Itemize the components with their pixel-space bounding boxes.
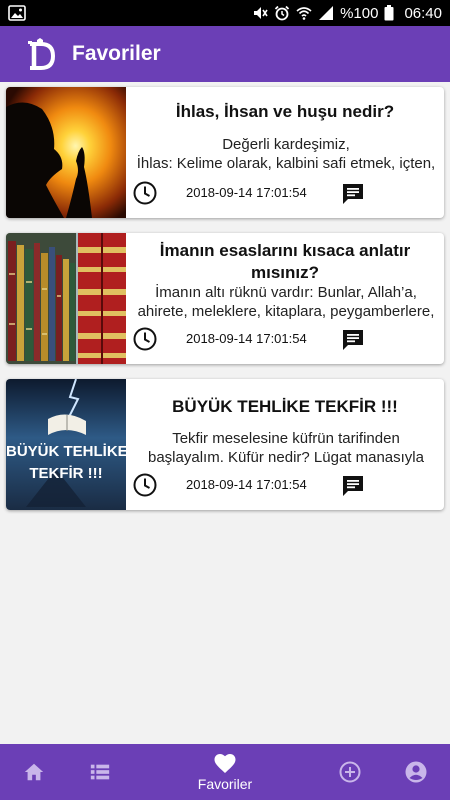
nav-add[interactable] — [330, 744, 370, 800]
favorite-card[interactable]: İhlas, İhsan ve huşu nedir? Değerli kard… — [6, 87, 444, 218]
thumbnail-caption: TEKFİR !!! — [29, 465, 103, 482]
page-title: Favoriler — [72, 42, 161, 65]
comment-icon[interactable] — [341, 328, 365, 352]
card-excerpt: Değerli kardeşimiz, — [222, 136, 350, 153]
clock-time: 06:40 — [404, 4, 442, 22]
image-icon — [8, 5, 26, 21]
wifi-icon — [296, 5, 312, 21]
favorite-card[interactable]: İmanın esaslarını kısaca anlatır mısınız… — [6, 233, 444, 364]
signal-icon — [318, 5, 334, 21]
comment-icon[interactable] — [341, 474, 365, 498]
battery-level: %100 — [340, 4, 379, 22]
status-bar: %100 06:40 — [0, 0, 450, 26]
mute-icon — [252, 5, 268, 21]
clock-icon — [133, 327, 157, 351]
alarm-icon — [274, 5, 290, 21]
add-circle-icon — [339, 761, 361, 783]
favorite-card[interactable]: BÜYÜK TEHLİKE TEKFİR !!! BÜYÜK TEHLİKE T… — [6, 379, 444, 510]
card-excerpt: başlayalım. Küfür nedir? Lügat manasıyla — [148, 449, 424, 466]
nav-favorites-label: Favoriler — [197, 776, 253, 792]
card-title: BÜYÜK TEHLİKE TEKFİR !!! — [172, 397, 398, 416]
card-excerpt: İhlas: Kelime olarak, kalbini safi etmek… — [136, 155, 436, 172]
card-excerpt: İmanın altı rüknü vardır: Bunlar, Allah’… — [155, 284, 417, 301]
card-thumbnail — [6, 87, 126, 218]
nav-account[interactable] — [396, 744, 436, 800]
app-bar: Favoriler — [0, 26, 450, 82]
card-excerpt: ahirete, meleklere, kitaplara, peygamber… — [137, 303, 435, 320]
card-title: İhlas, İhsan ve huşu nedir? — [175, 102, 395, 121]
nav-list[interactable] — [80, 744, 120, 800]
nav-home[interactable] — [14, 744, 54, 800]
clock-icon — [133, 473, 157, 497]
card-date: 2018-09-14 17:01:54 — [186, 331, 307, 346]
d-logo-icon — [24, 37, 58, 71]
card-title: İmanın esaslarını kısaca anlatır mısınız… — [159, 241, 411, 282]
card-date: 2018-09-14 17:01:54 — [186, 185, 307, 200]
nav-favorites[interactable]: Favoriler — [185, 744, 265, 800]
card-date: 2018-09-14 17:01:54 — [186, 477, 307, 492]
comment-icon[interactable] — [341, 182, 365, 206]
thumbnail-caption: BÜYÜK TEHLİKE — [6, 443, 126, 460]
card-thumbnail: BÜYÜK TEHLİKE TEKFİR !!! — [6, 379, 126, 510]
home-icon — [24, 763, 44, 781]
card-excerpt: Tekfir meselesine küfrün tarifinden — [172, 430, 400, 447]
account-icon — [405, 761, 427, 783]
bottom-navigation: Favoriler — [0, 744, 450, 800]
clock-icon — [133, 181, 157, 205]
list-icon — [90, 764, 110, 780]
battery-icon — [384, 5, 394, 21]
card-thumbnail — [6, 233, 126, 364]
heart-icon — [214, 754, 236, 773]
favorites-list[interactable]: İhlas, İhsan ve huşu nedir? Değerli kard… — [0, 82, 450, 744]
